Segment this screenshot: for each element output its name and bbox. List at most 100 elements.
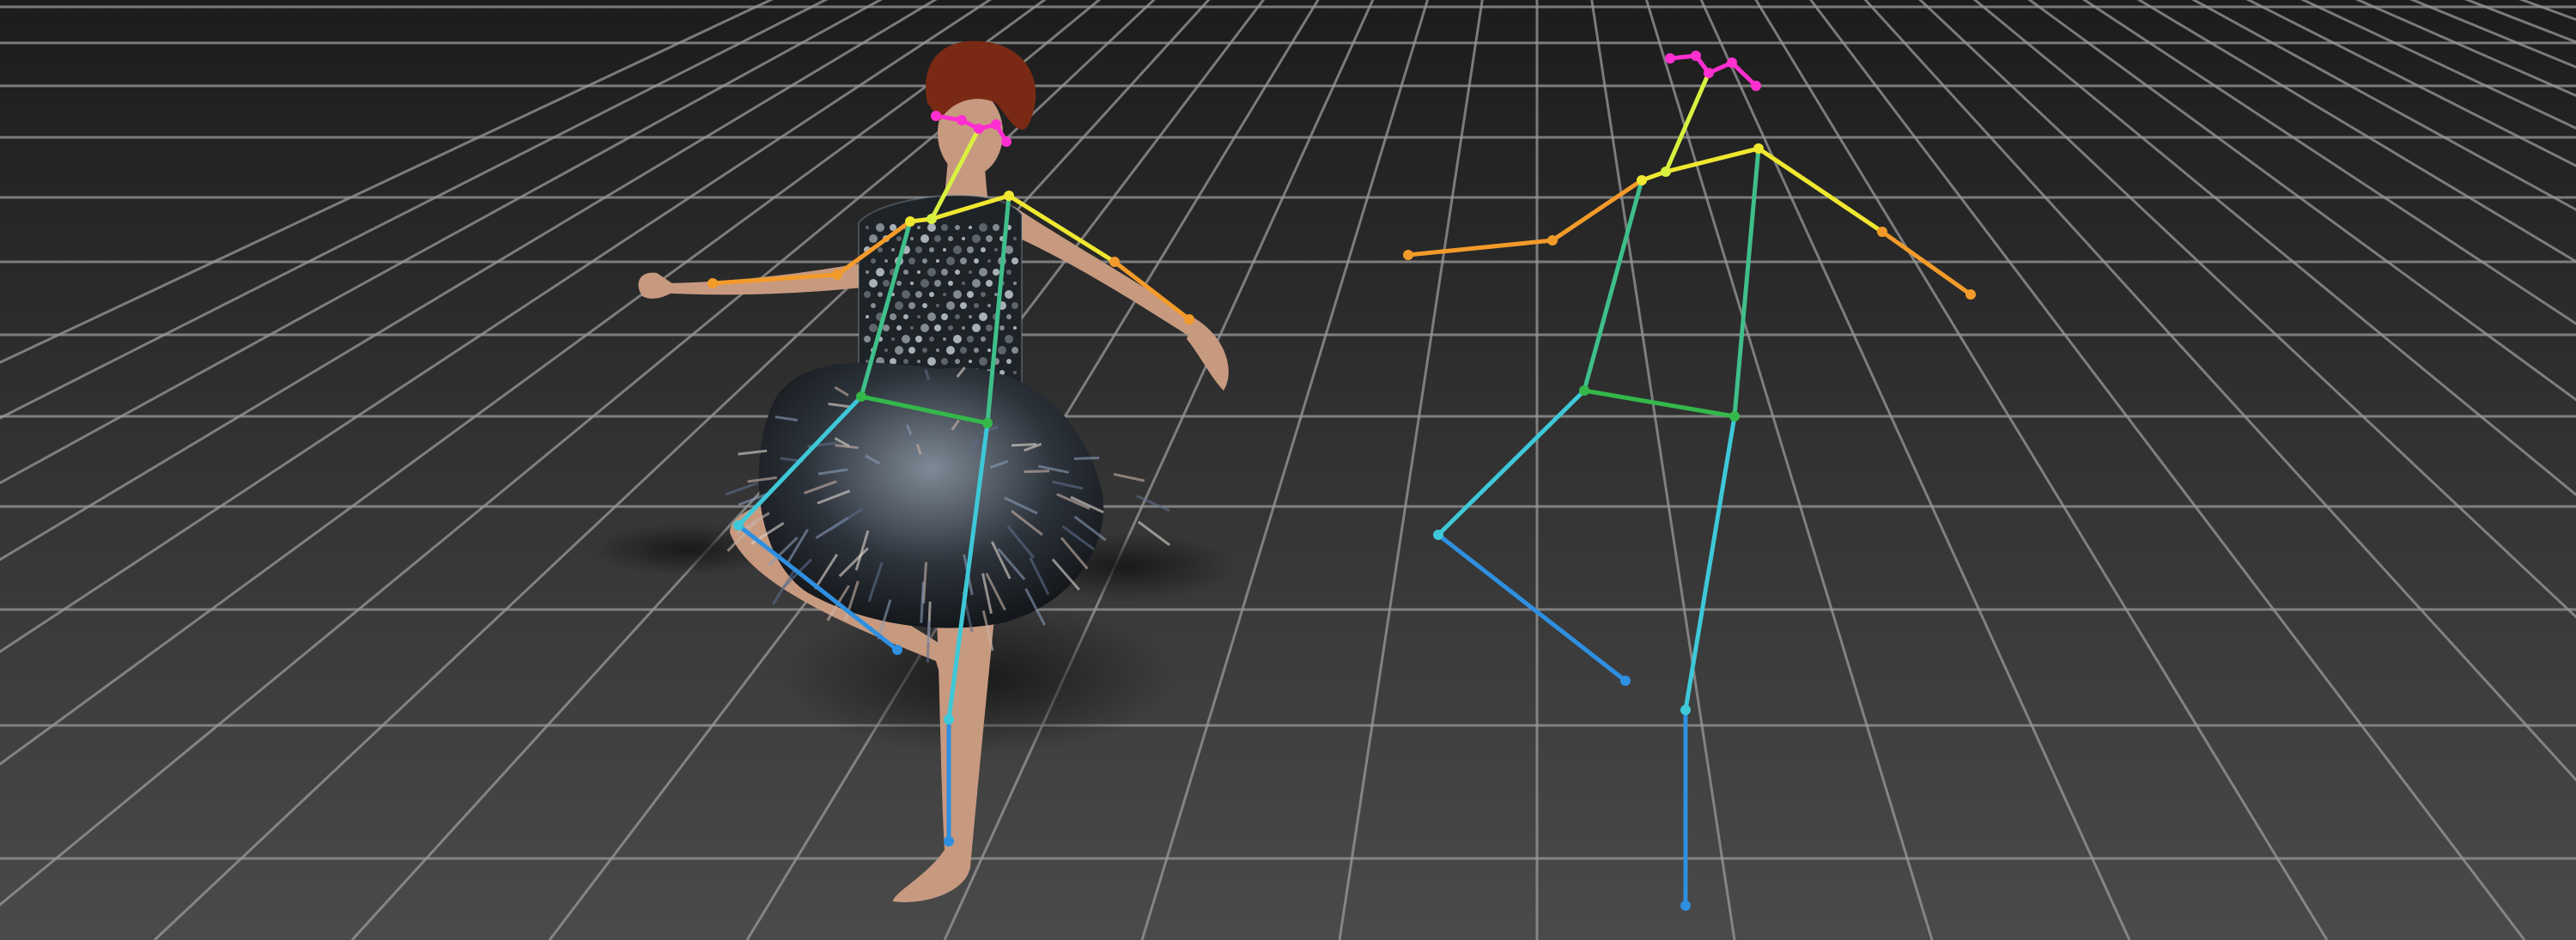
overlay-joint-lhip bbox=[856, 391, 866, 402]
sequin bbox=[994, 248, 998, 252]
overlay-joint-lkne bbox=[733, 520, 744, 531]
sequin bbox=[1012, 258, 1018, 264]
sequin bbox=[917, 270, 920, 274]
sequin bbox=[953, 290, 962, 299]
sequin bbox=[998, 346, 1006, 355]
overlay-joint-lsho bbox=[905, 216, 915, 227]
skeleton-joint-rkne bbox=[1680, 705, 1691, 715]
skeleton-joint-lsho bbox=[1637, 175, 1647, 185]
sequin bbox=[941, 224, 948, 231]
sequin bbox=[1013, 326, 1017, 330]
sequin bbox=[896, 236, 902, 241]
sequin bbox=[967, 336, 974, 343]
sequin bbox=[986, 280, 993, 287]
sequin bbox=[910, 326, 914, 330]
overlay-joint-lwri bbox=[708, 278, 718, 288]
sequin bbox=[936, 259, 939, 263]
sequin bbox=[884, 259, 888, 263]
sequin bbox=[979, 223, 987, 232]
sequin bbox=[1006, 359, 1012, 364]
sequin bbox=[903, 314, 908, 319]
sequin bbox=[910, 282, 914, 285]
sequin bbox=[922, 258, 927, 264]
skeleton-joint-rhip bbox=[1729, 411, 1740, 421]
overlay-joint-rear bbox=[1001, 136, 1012, 147]
skeleton-joint-lank bbox=[1620, 676, 1631, 686]
skeleton-joint-lkne bbox=[1433, 530, 1443, 540]
sequin bbox=[910, 237, 914, 240]
sequin bbox=[962, 237, 965, 240]
sequin bbox=[1012, 347, 1018, 354]
skeleton-joint-lear bbox=[1665, 53, 1675, 64]
overlay-joint-rwri bbox=[1184, 314, 1194, 324]
sequin bbox=[903, 359, 908, 364]
sequin bbox=[993, 269, 999, 276]
sequin bbox=[994, 293, 998, 296]
sequin bbox=[972, 324, 981, 332]
overlay-joint-rkne bbox=[944, 714, 954, 725]
sequin bbox=[890, 313, 896, 320]
sequin bbox=[986, 235, 993, 242]
skeleton-joint-leye bbox=[1691, 51, 1701, 61]
sequin bbox=[955, 270, 960, 275]
sequin bbox=[969, 315, 972, 318]
sequin bbox=[943, 248, 946, 252]
sequin bbox=[1006, 270, 1012, 275]
sequin bbox=[896, 325, 902, 331]
sequin bbox=[967, 291, 974, 298]
sequin bbox=[960, 347, 967, 354]
sequin bbox=[960, 302, 967, 309]
sequin bbox=[974, 258, 979, 264]
sequin bbox=[1005, 335, 1013, 343]
sequin bbox=[987, 304, 991, 307]
sequin bbox=[866, 315, 869, 318]
sequin bbox=[979, 268, 987, 276]
sequin bbox=[927, 357, 936, 366]
sequin bbox=[948, 325, 953, 331]
sequin bbox=[927, 312, 936, 321]
sequin bbox=[941, 269, 948, 276]
sequin bbox=[920, 234, 929, 243]
sequin bbox=[934, 235, 941, 242]
sequin bbox=[908, 258, 915, 264]
sequin bbox=[922, 303, 927, 308]
feather bbox=[1011, 443, 1037, 447]
skeleton-joint-nose bbox=[1704, 68, 1714, 78]
sequin bbox=[972, 234, 981, 243]
sequin bbox=[902, 290, 910, 299]
sequin bbox=[943, 293, 946, 296]
overlay-joint-rhip bbox=[982, 418, 993, 428]
overlay-joint-relb bbox=[1109, 257, 1120, 267]
pose-estimation-scene bbox=[0, 0, 2576, 940]
sequin bbox=[934, 324, 941, 331]
sequin bbox=[864, 291, 871, 298]
sequin bbox=[871, 303, 876, 308]
overlay-joint-neck bbox=[927, 214, 937, 224]
sequin bbox=[936, 349, 939, 352]
overlay-joint-reye bbox=[991, 119, 1001, 130]
sequin bbox=[969, 226, 972, 229]
sequin bbox=[943, 337, 946, 341]
sequin bbox=[929, 292, 934, 297]
sequin bbox=[869, 234, 878, 243]
sequin bbox=[895, 346, 903, 355]
sequin bbox=[869, 324, 878, 332]
sequin bbox=[969, 270, 972, 274]
sequin bbox=[920, 279, 929, 288]
sequin bbox=[946, 257, 955, 265]
skeleton-joint-lwri bbox=[1403, 250, 1413, 260]
sequin bbox=[981, 292, 986, 297]
scene-background bbox=[0, 0, 2576, 940]
sequin bbox=[962, 326, 965, 330]
sequin bbox=[1012, 302, 1018, 309]
skeleton-joint-rsho bbox=[1753, 143, 1764, 154]
sequin bbox=[1013, 282, 1017, 285]
feather bbox=[1024, 470, 1050, 473]
sequin bbox=[883, 324, 890, 331]
sequin bbox=[1006, 314, 1012, 319]
sequin bbox=[986, 324, 993, 331]
sequin bbox=[960, 258, 967, 264]
sequin bbox=[915, 336, 922, 343]
sequin bbox=[920, 324, 929, 332]
skeleton-joint-rank bbox=[1680, 901, 1691, 911]
